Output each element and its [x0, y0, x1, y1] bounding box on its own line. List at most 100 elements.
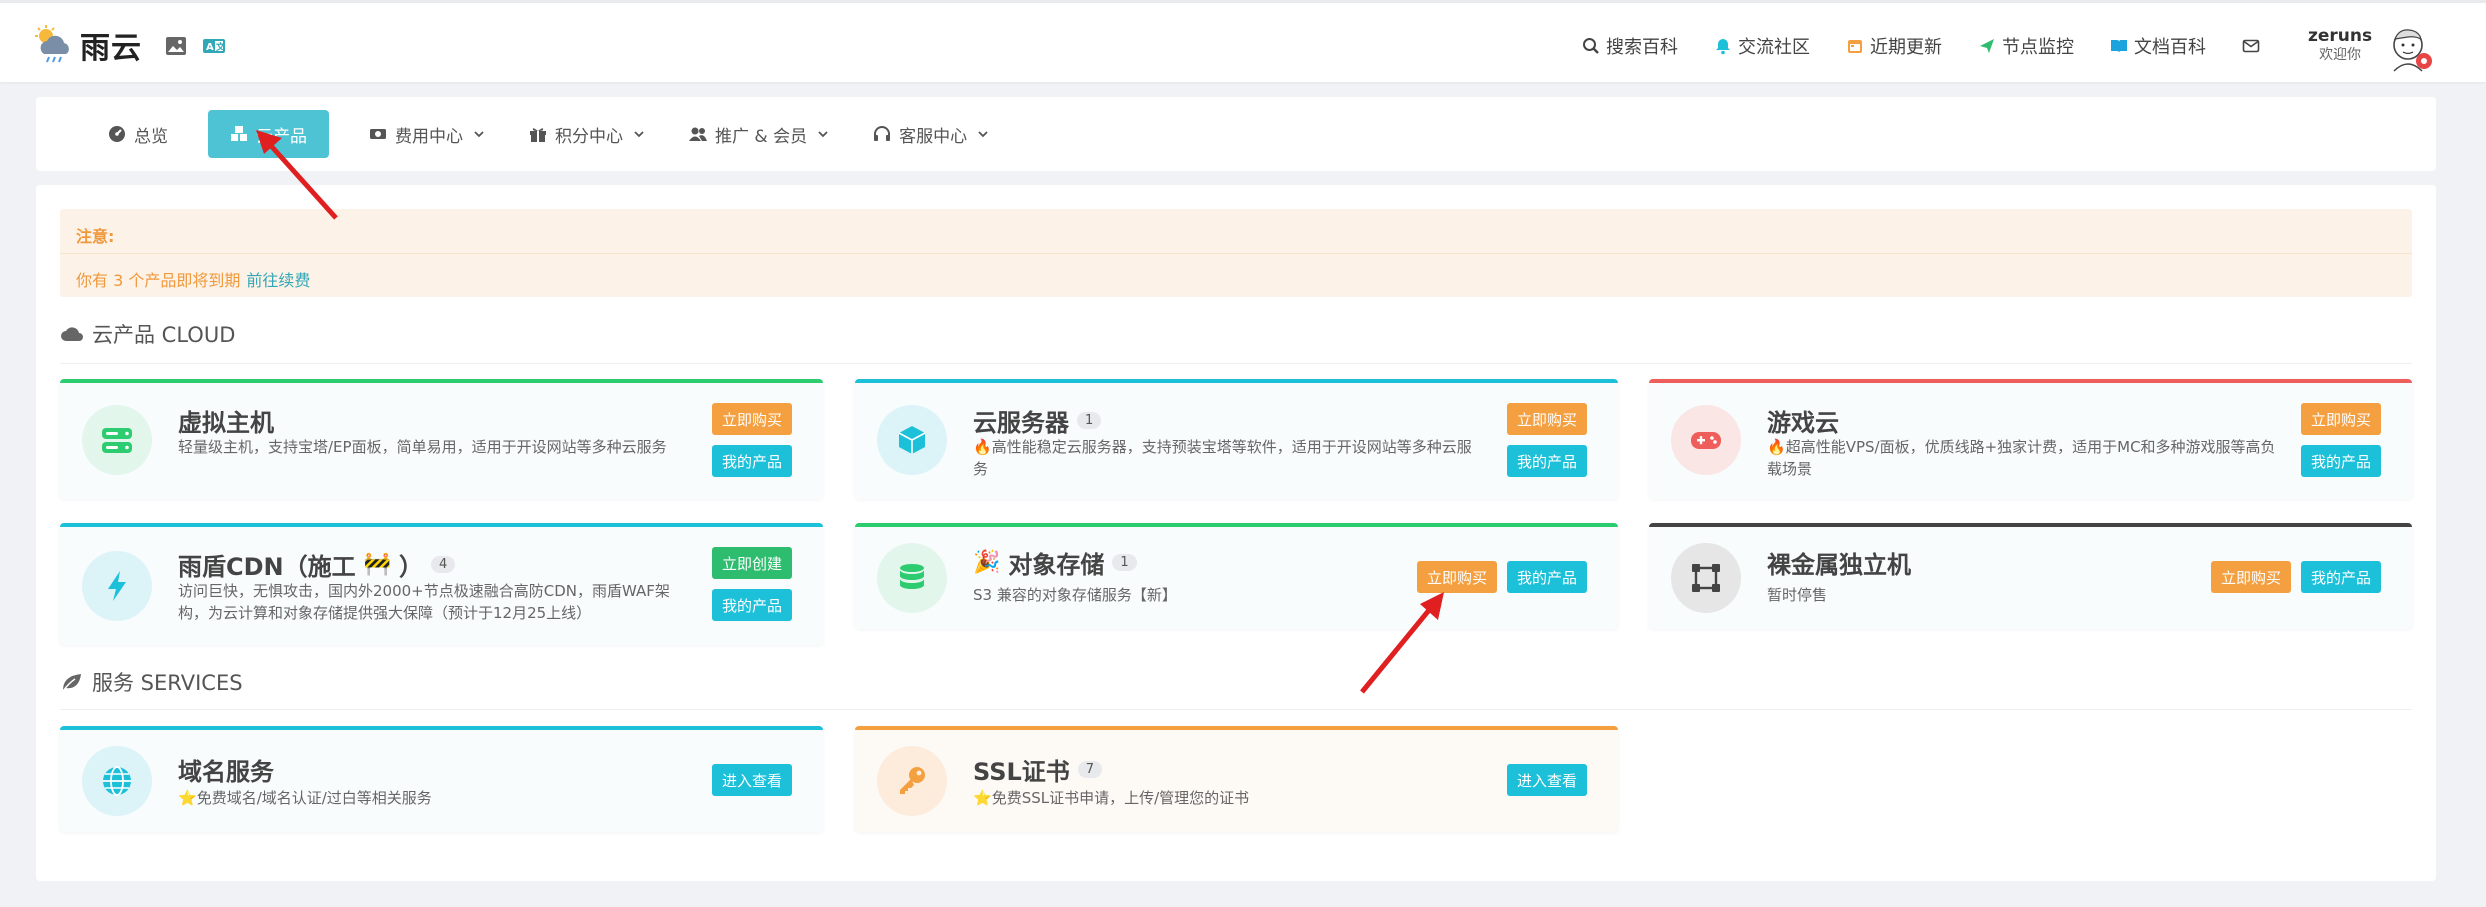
count-badge: 1 — [1112, 554, 1137, 571]
svg-text:A: A — [206, 42, 214, 53]
my-products-button[interactable]: 我的产品 — [712, 445, 793, 477]
product-name: 🎉 对象存储 1 — [973, 545, 1137, 580]
username: zeruns — [2308, 26, 2373, 46]
book-icon — [2111, 40, 2127, 53]
buy-now-button[interactable]: 立即购买 — [2211, 561, 2292, 593]
fire-icon: 🔥 — [1767, 438, 1786, 456]
key-icon — [877, 746, 947, 816]
nav-mail[interactable] — [2242, 37, 2260, 55]
leaf-icon — [62, 674, 81, 692]
bolt-icon — [82, 551, 152, 621]
product-name: 云服务器 1 — [973, 403, 1102, 438]
cloud-sun-icon — [35, 25, 69, 63]
calendar-icon — [1848, 40, 1862, 53]
avatar[interactable] — [2386, 23, 2434, 73]
product-desc: 轻量级主机，支持宝塔/EP面板，简单易用，适用于开设网站等多种云服务 — [178, 438, 667, 456]
cubes-icon — [231, 126, 247, 141]
logo-text: 雨云 — [80, 31, 142, 66]
my-products-button[interactable]: 我的产品 — [712, 589, 793, 621]
my-products-button[interactable]: 我的产品 — [2301, 445, 2382, 477]
product-name: 裸金属独立机 — [1767, 551, 1911, 579]
server-icon — [82, 405, 152, 475]
annotation-arrow — [256, 130, 338, 220]
tab-support[interactable]: 客服中心 — [851, 110, 1011, 158]
service-desc: ⭐免费SSL证书申请，上传/管理您的证书 — [973, 789, 1250, 807]
image-icon[interactable] — [164, 35, 188, 57]
product-card-cdn: 雨盾CDN（施工 🚧） 4 访问巨快，无惧攻击，国内外2000+节点极速融合高防CD… — [60, 523, 823, 645]
tab-points[interactable]: 积分中心 — [507, 110, 667, 158]
chevron-down-icon — [634, 131, 644, 138]
product-desc: 暂时停售 — [1767, 586, 1828, 604]
my-products-button[interactable]: 我的产品 — [1507, 561, 1588, 593]
bell-icon — [1716, 39, 1730, 55]
nav-community[interactable]: 交流社区 — [1714, 33, 1810, 59]
product-name: 游戏云 — [1767, 409, 1839, 437]
cube-icon — [877, 405, 947, 475]
section-divider — [60, 363, 2412, 364]
nav-updates[interactable]: 近期更新 — [1846, 33, 1942, 59]
buy-now-button[interactable]: 立即购买 — [1507, 403, 1588, 435]
search-icon — [1583, 38, 1599, 54]
my-products-button[interactable]: 我的产品 — [2301, 561, 2382, 593]
translate-icon[interactable]: A 文 — [202, 35, 226, 57]
create-now-button[interactable]: 立即创建 — [712, 547, 793, 579]
headset-icon — [874, 126, 891, 141]
service-name: SSL证书 7 — [973, 752, 1103, 787]
fire-icon: 🔥 — [973, 438, 992, 456]
renew-link[interactable]: 前往续费 — [246, 271, 310, 290]
mail-icon — [2242, 39, 2260, 53]
buy-now-button[interactable]: 立即购买 — [712, 403, 793, 435]
expiry-alert: 注意: 你有 3 个产品即将到期 前往续费 — [60, 209, 2412, 297]
cloud-icon — [61, 327, 83, 341]
service-card-ssl: SSL证书 7 ⭐免费SSL证书申请，上传/管理您的证书 进入查看 — [855, 726, 1618, 832]
tab-billing[interactable]: 费用中心 — [347, 110, 507, 158]
gamepad-icon — [1671, 405, 1741, 475]
top-nav: 搜索百科 交流社区 近期更新 节点监控 文档百科 — [1582, 33, 2260, 59]
star-icon: ⭐ — [973, 789, 992, 807]
svg-text:文: 文 — [215, 41, 226, 53]
nav-docs[interactable]: 文档百科 — [2110, 33, 2206, 59]
view-button[interactable]: 进入查看 — [712, 764, 793, 796]
my-products-button[interactable]: 我的产品 — [1507, 445, 1588, 477]
logo[interactable]: 雨云 — [34, 23, 142, 67]
product-name: 虚拟主机 — [178, 409, 274, 437]
product-card-bare-metal: 裸金属独立机 暂时停售 立即购买 我的产品 — [1649, 523, 2412, 629]
product-desc: 访问巨快，无惧攻击，国内外2000+节点极速融合高防CDN，雨盾WAF架构，为云… — [178, 582, 670, 622]
send-icon — [1980, 39, 1994, 53]
view-button[interactable]: 进入查看 — [1507, 764, 1588, 796]
service-name: 域名服务 — [178, 758, 274, 786]
service-card-domain: 域名服务 ⭐免费域名/域名认证/过白等相关服务 进入查看 — [60, 726, 823, 832]
user-info[interactable]: zeruns 欢迎你 — [2308, 26, 2373, 63]
cloud-section-title: 云产品 CLOUD — [60, 319, 235, 349]
buy-now-button[interactable]: 立即购买 — [1417, 561, 1498, 593]
product-card-game-cloud: 游戏云 🔥超高性能VPS/面板，优质线路+独家计费，适用于MC和多种游戏服等高负… — [1649, 379, 2412, 499]
nav-search[interactable]: 搜索百科 — [1582, 33, 1678, 59]
alert-message: 你有 3 个产品即将到期 前往续费 — [76, 271, 311, 290]
dashboard-icon — [109, 126, 125, 142]
services-section-title: 服务 SERVICES — [60, 667, 243, 697]
tab-promotion[interactable]: 推广 & 会员 — [667, 110, 851, 158]
alert-divider — [60, 253, 2412, 254]
product-card-cloud-server: 云服务器 1 🔥高性能稳定云服务器，支持预装宝塔等软件，适用于开设网站等多种云服务… — [855, 379, 1618, 499]
count-badge: 1 — [1077, 412, 1102, 429]
users-icon — [689, 127, 707, 141]
nav-monitor[interactable]: 节点监控 — [1978, 33, 2074, 59]
gift-icon — [530, 128, 546, 142]
money-icon — [370, 129, 386, 139]
tab-overview[interactable]: 总览 — [72, 110, 190, 158]
vector-square-icon — [1671, 543, 1741, 613]
database-icon — [877, 543, 947, 613]
product-card-virtual-host: 虚拟主机 轻量级主机，支持宝塔/EP面板，简单易用，适用于开设网站等多种云服务 … — [60, 379, 823, 499]
star-icon: ⭐ — [178, 789, 197, 807]
annotation-arrow — [1360, 592, 1444, 694]
buy-now-button[interactable]: 立即购买 — [2301, 403, 2382, 435]
chevron-down-icon — [978, 131, 988, 138]
service-desc: ⭐免费域名/域名认证/过白等相关服务 — [178, 789, 432, 807]
product-name: 雨盾CDN（施工 🚧） 4 — [178, 547, 456, 582]
product-desc: 🔥高性能稳定云服务器，支持预装宝塔等软件，适用于开设网站等多种云服务 — [973, 438, 1472, 478]
chevron-down-icon — [818, 131, 828, 138]
section-divider — [60, 709, 2412, 710]
count-badge: 7 — [1077, 761, 1103, 778]
globe-icon — [82, 746, 152, 816]
product-desc: 🔥超高性能VPS/面板，优质线路+独家计费，适用于MC和多种游戏服等高负载场景 — [1767, 438, 2276, 478]
